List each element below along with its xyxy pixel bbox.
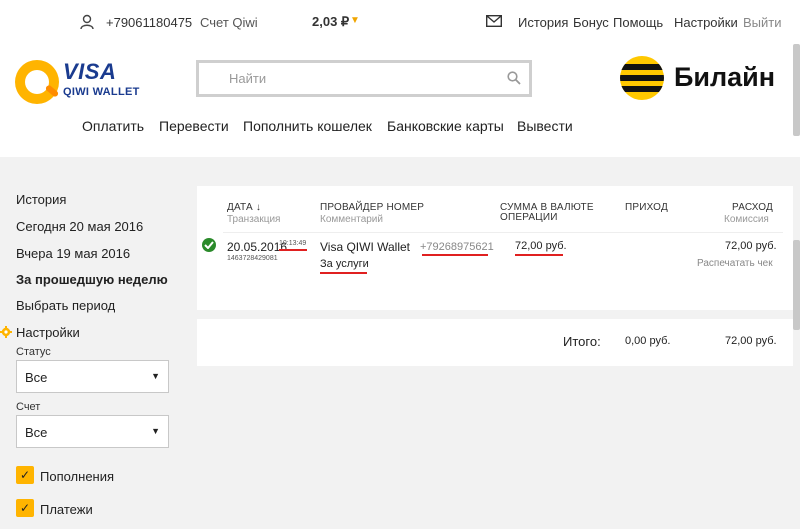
totals-panel: Итого: 0,00 руб. 72,00 руб. — [197, 319, 793, 366]
account-select-value: Все — [25, 425, 48, 440]
number-underline — [422, 254, 488, 256]
row-time: 10:13:49 — [279, 240, 307, 247]
gear-icon — [0, 326, 12, 338]
beeline-ball-icon — [620, 56, 664, 100]
main-nav: Оплатить Перевести Пополнить кошелек Бан… — [0, 118, 800, 138]
bonus-link[interactable]: Бонус — [573, 15, 609, 30]
nav-pay[interactable]: Оплатить — [82, 118, 144, 134]
status-label: Статус — [16, 346, 51, 358]
help-link[interactable]: Помощь — [613, 15, 663, 30]
payments-checkbox-label[interactable]: Платежи — [40, 502, 93, 517]
sidebar-item-last-week[interactable]: За прошедшую неделю — [16, 272, 168, 287]
success-check-icon — [202, 238, 216, 252]
settings-link[interactable]: Настройки — [674, 15, 738, 30]
topups-checkbox-label[interactable]: Пополнения — [40, 469, 114, 484]
user-phone[interactable]: +79061180475 — [106, 15, 192, 30]
account-select[interactable]: Все ▼ — [16, 415, 169, 448]
sidebar-item-choose-period[interactable]: Выбрать период — [16, 298, 115, 313]
status-select-value: Все — [25, 370, 48, 385]
settings-label: Настройки — [16, 325, 80, 340]
row-expense: 72,00 руб. — [725, 240, 777, 252]
account-filter-label: Счет — [16, 401, 41, 413]
nav-bank-cards[interactable]: Банковские карты — [387, 118, 504, 134]
header-divider — [223, 232, 783, 233]
qiwi-logo[interactable]: VISA QIWI WALLET — [15, 58, 145, 108]
amount-underline — [515, 254, 563, 256]
col-subheader-commission: Комиссия — [724, 214, 769, 225]
payments-checkbox[interactable]: ✓ — [16, 499, 34, 517]
chevron-down-icon: ▼ — [151, 371, 160, 381]
col-header-provider: ПРОВАЙДЕР НОМЕР — [320, 202, 425, 213]
row-transaction-id: 1463728429081 — [227, 255, 278, 262]
content-area: История Сегодня 20 мая 2016 Вчера 19 мая… — [0, 157, 800, 529]
beeline-name: Билайн — [674, 62, 776, 92]
sidebar-item-yesterday[interactable]: Вчера 19 мая 2016 — [16, 246, 130, 261]
row-provider[interactable]: Visa QIWI Wallet — [320, 240, 410, 254]
status-select[interactable]: Все ▼ — [16, 360, 169, 393]
nav-withdraw[interactable]: Вывести — [517, 118, 573, 134]
sidebar-item-history[interactable]: История — [16, 192, 66, 207]
search-icon[interactable] — [507, 71, 521, 85]
balance-value[interactable]: 2,03 ₽ — [312, 14, 349, 30]
top-bar: +79061180475 Счет Qiwi 2,03 ₽ ▼ История … — [0, 0, 800, 44]
nav-topup[interactable]: Пополнить кошелек — [243, 118, 372, 134]
time-underline — [279, 249, 307, 251]
scrollbar-content[interactable] — [793, 240, 800, 330]
col-header-amount-line2: ОПЕРАЦИИ — [500, 212, 558, 223]
col-subheader-comment: Комментарий — [320, 214, 383, 225]
row-number: +79268975621 — [420, 241, 494, 253]
scrollbar-top[interactable] — [793, 44, 800, 136]
topups-checkbox[interactable]: ✓ — [16, 466, 34, 484]
col-subheader-transaction: Транзакция — [227, 214, 281, 225]
transactions-panel: ДАТА ↓ Транзакция ПРОВАЙДЕР НОМЕР Коммен… — [197, 186, 793, 310]
totals-income: 0,00 руб. — [625, 335, 671, 347]
col-header-income: ПРИХОД — [625, 202, 668, 213]
col-header-date[interactable]: ДАТА ↓ — [227, 202, 261, 213]
sidebar-item-today[interactable]: Сегодня 20 мая 2016 — [16, 219, 143, 234]
beeline-logo[interactable]: Билайн — [620, 56, 790, 100]
nav-transfer[interactable]: Перевести — [159, 118, 229, 134]
chevron-down-icon: ▼ — [151, 426, 160, 436]
print-receipt-link[interactable]: Распечатать чек — [697, 258, 773, 269]
col-header-expense: РАСХОД — [732, 202, 773, 213]
totals-expense: 72,00 руб. — [725, 335, 777, 347]
row-amount: 72,00 руб. — [515, 240, 567, 252]
comment-underline — [320, 272, 367, 274]
account-label[interactable]: Счет Qiwi — [200, 15, 258, 30]
balance-dropdown-icon[interactable]: ▼ — [350, 15, 360, 26]
logo-wallet-text: QIWI WALLET — [63, 86, 140, 98]
search-box — [196, 60, 532, 97]
mail-icon[interactable] — [486, 15, 502, 27]
totals-label: Итого: — [563, 334, 601, 349]
user-icon[interactable] — [80, 14, 94, 30]
search-input[interactable] — [199, 63, 489, 94]
row-comment: За услуги — [320, 258, 369, 270]
history-link[interactable]: История — [518, 15, 568, 30]
logo-visa-text: VISA — [63, 59, 117, 84]
logout-link[interactable]: Выйти — [743, 15, 782, 30]
